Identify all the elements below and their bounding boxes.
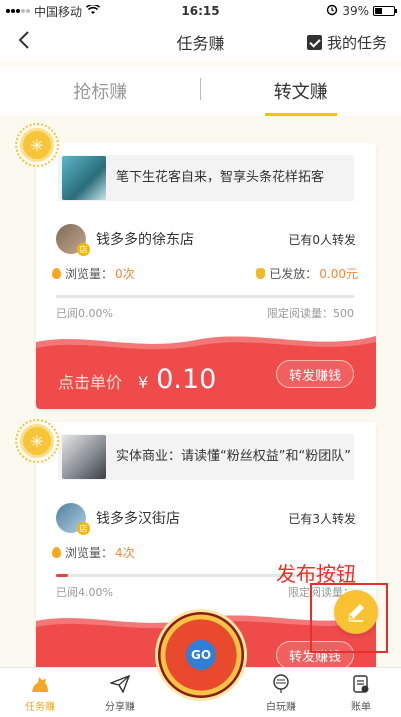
read-percent: 已阅4.00% [56, 586, 113, 599]
nav-bill[interactable]: 账单 [321, 668, 401, 717]
shop-name: 钱多多汉街店 [96, 511, 180, 527]
wifi-icon [85, 3, 101, 18]
nav-label: 白玩赚 [266, 702, 296, 713]
tab-repost-earn[interactable]: 转文赚 [201, 66, 401, 116]
price-value: 0.10 [156, 364, 217, 395]
nav-label: 任务赚 [25, 702, 55, 713]
pencil-icon [348, 604, 364, 622]
dog-icon [29, 673, 51, 695]
bill-icon [350, 673, 372, 695]
nav-share-earn[interactable]: 分享赚 [80, 668, 160, 717]
paid-label: 已发放： [269, 267, 318, 281]
shop-name: 钱多多的徐东店 [96, 232, 194, 248]
shop-badge: 店 [77, 243, 90, 256]
shop-row: 店 钱多多汉街店 已有3人转发 [56, 502, 356, 535]
flame-icon [52, 268, 61, 279]
nav-task-earn[interactable]: 任务赚 [0, 668, 80, 717]
article-preview[interactable]: 笔下生花客自来，智享头条花样拓客 [58, 155, 354, 201]
nav-free-play-earn[interactable]: 白玩赚 [241, 668, 321, 717]
tab-divider [200, 78, 201, 100]
my-tasks-button[interactable]: 我的任务 [306, 32, 387, 53]
paper-plane-icon [109, 673, 131, 695]
views-value: 4次 [115, 546, 135, 560]
share-count: 已有0人转发 [288, 232, 356, 247]
read-progress-bar [56, 295, 354, 298]
task-card[interactable]: 笔下生花客自来，智享头条花样拓客 店 钱多多的徐东店 已有0人转发 浏览量： 0次… [36, 143, 376, 409]
views-value: 0次 [115, 267, 135, 281]
article-thumbnail [62, 156, 106, 200]
coin-icon: ✳ [15, 123, 59, 167]
carrier-label: 中国移动 [34, 4, 83, 19]
wave-decoration [36, 328, 376, 350]
share-count: 已有3人转发 [288, 511, 356, 526]
article-thumbnail [62, 435, 106, 479]
checklist-icon [306, 35, 322, 50]
shop-row: 店 钱多多的徐东店 已有0人转发 [56, 223, 356, 256]
battery-percent: 39% [342, 4, 369, 18]
tab-bid-earn[interactable]: 抢标赚 [0, 66, 201, 116]
balloon-icon [270, 673, 292, 695]
signal-icon [6, 9, 30, 13]
views-label: 浏览量： [65, 267, 114, 281]
shop-badge: 店 [77, 522, 90, 535]
nav-label: 分享赚 [105, 702, 135, 713]
my-tasks-label: 我的任务 [326, 34, 387, 52]
views-label: 浏览量： [65, 546, 114, 560]
coin-icon: ✳ [15, 419, 59, 463]
paid-value: 0.00元 [319, 267, 358, 281]
publish-button[interactable] [334, 590, 378, 634]
money-bag-icon [256, 268, 266, 279]
share-earn-button[interactable]: 转发赚钱 [275, 360, 354, 388]
price-label: 点击单价 [58, 373, 123, 392]
price-banner: 点击单价 ¥ 0.10 转发赚钱 [36, 328, 376, 409]
nav-bar: 任务赚 我的任务 [0, 22, 401, 62]
read-percent: 已阅0.00% [56, 307, 113, 320]
lucky-wheel-button[interactable]: GO [158, 612, 244, 698]
battery-icon [373, 6, 397, 16]
status-bar: 中国移动 16:15 39% [0, 0, 401, 22]
stats-row: 浏览量： 0次 已发放： 0.00元 [52, 265, 358, 282]
currency-symbol: ¥ [138, 373, 149, 392]
read-limit: 限定阅读量：500 [267, 307, 354, 320]
article-title: 笔下生花客自来，智享头条花样拓客 [116, 170, 325, 185]
article-preview[interactable]: 实体商业：请读懂“粉丝权益”和“粉团队” [58, 434, 354, 480]
alarm-icon [326, 4, 338, 19]
avatar: 店 [56, 224, 90, 256]
flame-icon [52, 547, 61, 558]
wheel-go-label: GO [186, 640, 216, 670]
avatar: 店 [56, 503, 90, 535]
back-icon[interactable] [18, 30, 30, 56]
nav-label: 账单 [351, 702, 371, 713]
article-title: 实体商业：请读懂“粉丝权益”和“粉团队” [116, 449, 351, 464]
